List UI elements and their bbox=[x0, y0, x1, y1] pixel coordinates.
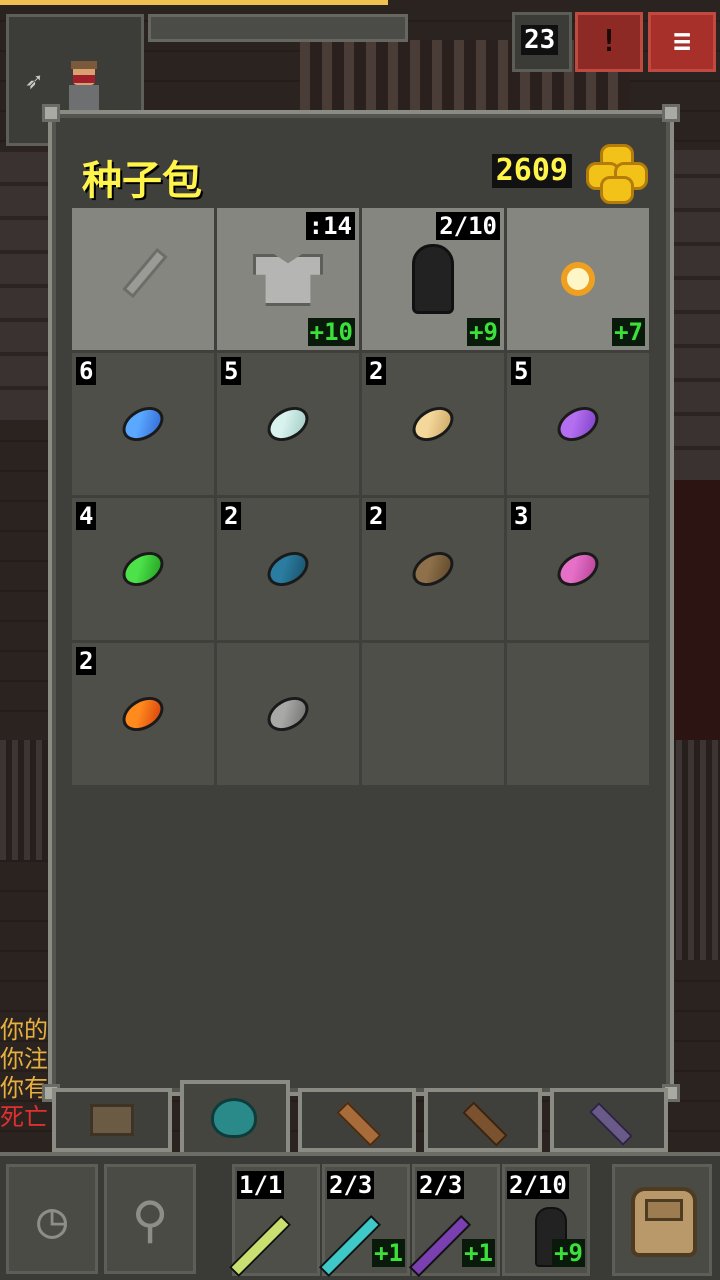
magnifier-icon: ⚲ bbox=[131, 1191, 169, 1249]
seed-slot[interactable] bbox=[217, 643, 359, 785]
seed-pouch-icon bbox=[211, 1098, 257, 1138]
ring-slot[interactable]: +7 bbox=[507, 208, 649, 350]
seed-quantity: 2 bbox=[366, 357, 387, 385]
seed-slot[interactable]: 3 bbox=[507, 498, 649, 640]
armor-icon bbox=[253, 254, 323, 306]
depth-indicator[interactable]: 23 bbox=[512, 12, 572, 72]
gold-pile-icon bbox=[582, 140, 648, 204]
weapon-slot[interactable] bbox=[72, 208, 214, 350]
seed-quantity: 2 bbox=[366, 502, 387, 530]
quickslot-level: +1 bbox=[372, 1239, 405, 1267]
inventory-button[interactable] bbox=[612, 1164, 712, 1276]
hero-arrow-icon: ➶ bbox=[25, 65, 42, 98]
quickslot-4[interactable]: 2/10 +9 bbox=[502, 1164, 590, 1276]
health-bar bbox=[0, 0, 388, 5]
seed-slot[interactable]: 2 bbox=[217, 498, 359, 640]
quickslot-charges: 2/3 bbox=[417, 1171, 465, 1199]
seed-quantity: 6 bbox=[76, 357, 97, 385]
seed-quantity: 2 bbox=[221, 502, 242, 530]
quickslot-charges: 2/3 bbox=[327, 1171, 375, 1199]
holster-icon bbox=[336, 1101, 382, 1147]
journal-button[interactable]: ! bbox=[575, 12, 643, 72]
menu-button[interactable]: ≡ bbox=[648, 12, 716, 72]
seed-slot[interactable]: 4 bbox=[72, 498, 214, 640]
seed-icon bbox=[261, 690, 315, 738]
key-icon: ! bbox=[599, 24, 619, 59]
wait-button[interactable]: ◷ bbox=[6, 1164, 98, 1274]
seed-quantity: 3 bbox=[511, 502, 532, 530]
inventory-grid: :14 +10 2/10 +9 +7 6 5 2 5 4 2 2 3 2 bbox=[72, 208, 650, 785]
clock-icon: ◷ bbox=[36, 1191, 68, 1249]
log-line: 死亡 bbox=[0, 1103, 48, 1131]
menu-icon: ≡ bbox=[672, 24, 692, 59]
ring-icon bbox=[561, 262, 595, 296]
seed-icon bbox=[551, 545, 605, 593]
artifact-slot[interactable]: 2/10 +9 bbox=[362, 208, 504, 350]
artifact-charge: 2/10 bbox=[436, 212, 500, 240]
tab-wand-holster[interactable] bbox=[298, 1088, 416, 1152]
seed-quantity: 5 bbox=[221, 357, 242, 385]
window-title: 种子包 bbox=[82, 158, 202, 204]
wand-icon bbox=[589, 1102, 633, 1146]
tab-backpack[interactable] bbox=[52, 1088, 172, 1152]
seed-icon bbox=[116, 545, 170, 593]
wand-icon bbox=[228, 1214, 292, 1278]
tab-scroll-holder[interactable] bbox=[550, 1088, 668, 1152]
wall-left bbox=[0, 150, 48, 420]
quickslot-1[interactable]: 1/1 bbox=[228, 1164, 320, 1278]
backpack-icon bbox=[631, 1187, 697, 1257]
empty-slot[interactable] bbox=[362, 643, 504, 785]
empty-slot[interactable] bbox=[507, 643, 649, 785]
depth-value: 23 bbox=[521, 25, 559, 55]
seed-icon bbox=[261, 545, 315, 593]
seed-slot[interactable]: 6 bbox=[72, 353, 214, 495]
seed-icon bbox=[116, 690, 170, 738]
quickslot-charges: 1/1 bbox=[237, 1171, 285, 1199]
seed-pouch-window: 种子包 2609 :14 +10 2/10 +9 +7 6 5 2 5 4 2 … bbox=[42, 104, 680, 1102]
cloak-icon bbox=[412, 244, 454, 314]
seed-icon bbox=[261, 400, 315, 448]
fence-left bbox=[0, 740, 48, 860]
armor-strength: :14 bbox=[305, 212, 355, 240]
bottom-toolbar: ◷ ⚲ 1/1 2/3 +1 2/3 +1 2/10 +9 bbox=[0, 1152, 720, 1280]
seed-slot[interactable]: 5 bbox=[217, 353, 359, 495]
chest-icon bbox=[90, 1104, 134, 1136]
seed-icon bbox=[406, 545, 460, 593]
armor-slot[interactable]: :14 +10 bbox=[217, 208, 359, 350]
quiver-icon bbox=[462, 1101, 508, 1147]
quickslot-2[interactable]: 2/3 +1 bbox=[318, 1164, 410, 1278]
status-bar-frame bbox=[148, 14, 408, 42]
seed-quantity: 5 bbox=[511, 357, 532, 385]
panel-corner bbox=[662, 104, 680, 122]
seed-icon bbox=[406, 400, 460, 448]
seed-icon bbox=[551, 400, 605, 448]
ring-level: +7 bbox=[612, 318, 645, 346]
seed-icon bbox=[116, 400, 170, 448]
panel-corner bbox=[42, 104, 60, 122]
tab-quiver[interactable] bbox=[424, 1088, 542, 1152]
seed-quantity: 4 bbox=[76, 502, 97, 530]
seed-slot[interactable]: 5 bbox=[507, 353, 649, 495]
quickslot-level: +9 bbox=[552, 1239, 585, 1267]
sword-placeholder-icon bbox=[112, 246, 172, 312]
quickslot-level: +1 bbox=[462, 1239, 495, 1267]
seed-quantity: 2 bbox=[76, 647, 97, 675]
artifact-level: +9 bbox=[467, 318, 500, 346]
seed-slot[interactable]: 2 bbox=[362, 353, 504, 495]
quickslot-charges: 2/10 bbox=[507, 1171, 569, 1199]
gold-count: 2609 bbox=[491, 154, 572, 188]
seed-slot[interactable]: 2 bbox=[362, 498, 504, 640]
armor-level: +10 bbox=[307, 318, 355, 346]
search-button[interactable]: ⚲ bbox=[104, 1164, 196, 1274]
seed-slot[interactable]: 2 bbox=[72, 643, 214, 785]
tab-seed-pouch[interactable] bbox=[180, 1080, 290, 1160]
quickslot-3[interactable]: 2/3 +1 bbox=[408, 1164, 500, 1278]
